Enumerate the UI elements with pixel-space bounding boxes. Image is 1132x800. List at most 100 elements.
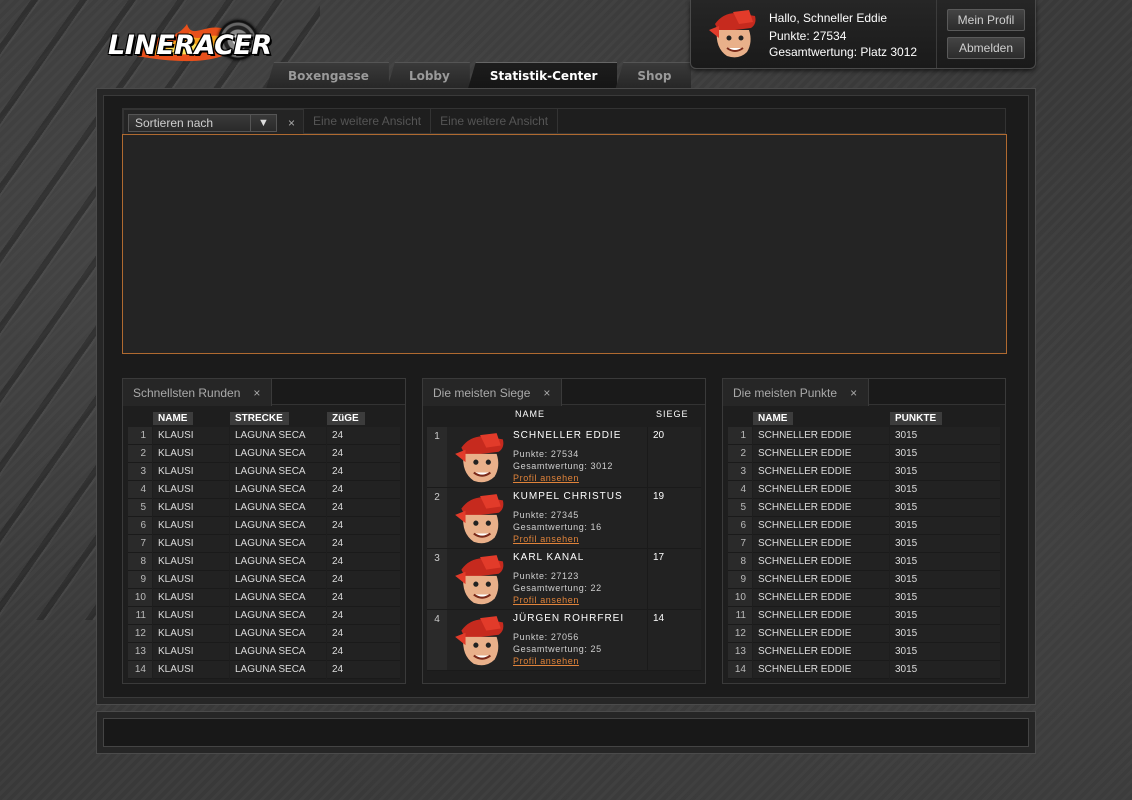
avatar[interactable] [447,610,511,670]
table-row[interactable]: 5 KLAUSI LAGUNA SECA 24 [128,499,400,517]
tab-other-view-2[interactable]: Eine weitere Ansicht [431,109,559,135]
table-row[interactable]: 3 SCHNELLER EDDIE 3015 [728,463,1000,481]
table-row[interactable]: 4 KLAUSI LAGUNA SECA 24 [128,481,400,499]
user-points: Punkte: 27534 [769,29,847,43]
row-points: 3015 [890,517,1000,535]
tab-lobby[interactable]: Lobby [386,62,470,89]
row-name: KLAUSI [153,535,229,553]
row-points: 3015 [890,535,1000,553]
table-row[interactable]: 9 KLAUSI LAGUNA SECA 24 [128,571,400,589]
column-header-moves[interactable]: ZüGE [327,409,400,427]
list-item[interactable]: 3 KARL KANAL Punkte: 27123 Gesamtwertung: 2… [427,549,701,610]
tab-most-points[interactable]: Die meisten Punkte × [723,379,870,406]
row-points: 3015 [890,571,1000,589]
row-rank: 1 [128,427,152,445]
table-row[interactable]: 10 KLAUSI LAGUNA SECA 24 [128,589,400,607]
table-row[interactable]: 13 KLAUSI LAGUNA SECA 24 [128,643,400,661]
row-rank: 8 [128,553,152,571]
table-row[interactable]: 7 KLAUSI LAGUNA SECA 24 [128,535,400,553]
avatar[interactable] [447,549,511,609]
column-header-points[interactable]: PUNKTE [890,409,1000,427]
tab-statistik-center[interactable]: Statistik-Center [467,62,618,89]
sort-select[interactable]: Sortieren nach ▼ [128,114,277,132]
table-row[interactable]: 14 SCHNELLER EDDIE 3015 [728,661,1000,679]
dropdown-arrow-icon: ▼ [250,115,276,131]
table-row[interactable]: 1 KLAUSI LAGUNA SECA 24 [128,427,400,445]
user-info: Hallo, Schneller Eddie Punkte: 27534 Ges… [769,10,917,60]
avatar[interactable] [447,427,511,487]
column-header-name[interactable]: NAME [153,409,229,427]
lineracer-logo[interactable]: LINERACER [104,14,272,74]
table-row[interactable]: 8 SCHNELLER EDDIE 3015 [728,553,1000,571]
table-row[interactable]: 12 KLAUSI LAGUNA SECA 24 [128,625,400,643]
row-rank: 11 [728,607,752,625]
row-points: 3015 [890,463,1000,481]
avatar[interactable] [705,8,759,60]
table-row[interactable]: 11 KLAUSI LAGUNA SECA 24 [128,607,400,625]
table-row[interactable]: 10 SCHNELLER EDDIE 3015 [728,589,1000,607]
tab-shop[interactable]: Shop [615,62,692,89]
row-name: SCHNELLER EDDIE [753,571,889,589]
table-row[interactable]: 7 SCHNELLER EDDIE 3015 [728,535,1000,553]
row-rank: 13 [728,643,752,661]
row-rank: 7 [728,535,752,553]
row-moves: 24 [327,535,400,553]
tab-boxengasse[interactable]: Boxengasse [266,62,389,89]
view-profile-link[interactable]: Profil ansehen [513,472,647,484]
my-profile-button[interactable]: Mein Profil [947,9,1025,31]
row-track: LAGUNA SECA [230,661,326,679]
table-row[interactable]: 3 KLAUSI LAGUNA SECA 24 [128,463,400,481]
close-icon[interactable]: × [285,111,298,136]
row-points: 3015 [890,661,1000,679]
table-row[interactable]: 2 SCHNELLER EDDIE 3015 [728,445,1000,463]
column-header-name[interactable]: NAME [753,409,889,427]
view-profile-link[interactable]: Profil ansehen [513,655,647,667]
row-moves: 24 [327,571,400,589]
table-row[interactable]: 6 SCHNELLER EDDIE 3015 [728,517,1000,535]
close-icon[interactable]: × [540,386,553,400]
row-track: LAGUNA SECA [230,625,326,643]
table-row[interactable]: 1 SCHNELLER EDDIE 3015 [728,427,1000,445]
tab-other-view-1[interactable]: Eine weitere Ansicht [304,109,432,135]
list-item[interactable]: 4 JÜRGEN ROHRFREI Punkte: 27056 Gesamtwertu… [427,610,701,671]
tab-sort-view[interactable]: Sortieren nach ▼ × [123,109,305,136]
table-row[interactable]: 13 SCHNELLER EDDIE 3015 [728,643,1000,661]
row-rank: 8 [728,553,752,571]
view-profile-link[interactable]: Profil ansehen [513,594,647,606]
row-rank: 6 [728,517,752,535]
column-header-name[interactable]: NAME [513,409,651,427]
logo-text: LINERACER [108,30,272,61]
column-header-wins[interactable]: SIEGE [651,409,689,427]
fastest-laps-table: NAME STRECKE ZüGE 1 KLAUSI LAGUNA SECA 24 2 K… [127,409,401,679]
player-points: Punkte: 27345 [513,510,579,520]
wins-table-header: NAME SIEGE [427,409,701,427]
row-name: KLAUSI [153,625,229,643]
table-row[interactable]: 12 SCHNELLER EDDIE 3015 [728,625,1000,643]
list-item[interactable]: 1 SCHNELLER EDDIE Punkte: 27534 Gesamtwertu… [427,427,701,488]
close-icon[interactable]: × [847,386,860,400]
close-icon[interactable]: × [250,386,263,400]
logout-button[interactable]: Abmelden [947,37,1025,59]
panel-title: Schnellsten Runden [133,385,241,400]
row-rank: 14 [728,661,752,679]
tab-most-wins[interactable]: Die meisten Siege × [423,379,563,406]
player-info: KARL KANAL Punkte: 27123 Gesamtwertung: 22… [511,549,647,609]
column-header-track[interactable]: STRECKE [230,409,326,427]
tab-fastest-laps[interactable]: Schnellsten Runden × [123,379,273,406]
table-row[interactable]: 2 KLAUSI LAGUNA SECA 24 [128,445,400,463]
table-row[interactable]: 11 SCHNELLER EDDIE 3015 [728,607,1000,625]
avatar[interactable] [447,488,511,548]
table-row[interactable]: 8 KLAUSI LAGUNA SECA 24 [128,553,400,571]
table-row[interactable]: 14 KLAUSI LAGUNA SECA 24 [128,661,400,679]
row-name: KLAUSI [153,499,229,517]
table-row[interactable]: 9 SCHNELLER EDDIE 3015 [728,571,1000,589]
row-moves: 24 [327,607,400,625]
table-row[interactable]: 6 KLAUSI LAGUNA SECA 24 [128,517,400,535]
table-row[interactable]: 5 SCHNELLER EDDIE 3015 [728,499,1000,517]
row-name: SCHNELLER EDDIE [753,517,889,535]
table-row[interactable]: 4 SCHNELLER EDDIE 3015 [728,481,1000,499]
player-overall: Gesamtwertung: 16 [513,522,602,532]
view-profile-link[interactable]: Profil ansehen [513,533,647,545]
list-item[interactable]: 2 KUMPEL CHRISTUS Punkte: 27345 Gesamtwertu… [427,488,701,549]
row-track: LAGUNA SECA [230,589,326,607]
